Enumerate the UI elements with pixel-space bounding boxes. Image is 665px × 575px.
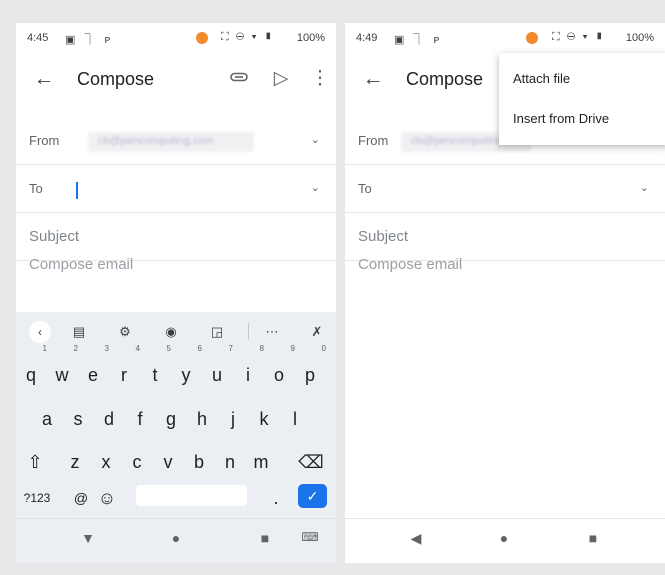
system-icons: ⛶ ⊖ ▾ ▮ — [221, 31, 275, 43]
system-icons: ⛶ ⊖ ▾ ▮ — [552, 31, 606, 43]
key-o[interactable]: o9 — [264, 344, 295, 395]
from-row[interactable]: From cb@pencomputing.com ⌄ — [16, 119, 336, 165]
chevron-down-icon[interactable]: ⌄ — [311, 181, 320, 194]
keyboard-switch-icon[interactable]: ⌨ — [298, 530, 322, 544]
key-period[interactable]: . — [261, 478, 291, 518]
from-label: From — [358, 133, 389, 148]
key-n[interactable]: n — [215, 442, 245, 482]
key-r[interactable]: r4 — [109, 344, 140, 395]
nav-back-icon[interactable]: ▼ — [76, 530, 100, 546]
key-c[interactable]: c — [122, 442, 152, 482]
key-b[interactable]: b — [184, 442, 214, 482]
key-j[interactable]: j — [218, 399, 248, 439]
space-key[interactable] — [136, 485, 247, 506]
key-m[interactable]: m — [246, 442, 276, 482]
resize-icon[interactable]: ◲ — [206, 321, 228, 343]
to-row[interactable]: To ⌄ — [345, 165, 665, 213]
nav-recents-icon[interactable]: ■ — [253, 530, 277, 546]
back-arrow-icon[interactable]: ← — [361, 67, 385, 91]
notification-icons: ▣ ⏋ ᴘ — [65, 34, 114, 46]
page-title: Compose — [77, 69, 155, 89]
app-bar: ← Compose ▷ ⋮ — [16, 53, 336, 109]
key-l[interactable]: l — [280, 399, 310, 439]
key-s[interactable]: s — [63, 399, 93, 439]
attach-menu: Attach file Insert from Drive — [499, 53, 665, 145]
from-label: From — [29, 133, 60, 148]
to-label: To — [29, 181, 43, 196]
menu-item-attach-file[interactable]: Attach file — [513, 71, 663, 97]
emoji-icon[interactable]: ☺ — [92, 478, 122, 518]
notification-icons: ▣ ⏋ ᴘ — [394, 34, 443, 46]
navigation-bar: ▼ ● ■ ⌨ — [16, 518, 336, 563]
battery-level: 100% — [625, 32, 654, 44]
right-screen: 4:49 ▣ ⏋ ᴘ ⛶ ⊖ ▾ ▮ 100% ← Compose From c… — [345, 23, 665, 563]
key-p[interactable]: p0 — [295, 344, 326, 395]
key-i[interactable]: i8 — [233, 344, 264, 395]
settings-icon[interactable]: ⚙ — [114, 321, 136, 343]
enter-check-icon[interactable]: ✓ — [298, 484, 327, 508]
key-w[interactable]: w2 — [47, 344, 79, 395]
keyboard-row-2: a s d f g h j k l — [16, 399, 336, 439]
key-v[interactable]: v — [153, 442, 183, 482]
subject-field[interactable]: Subject — [16, 213, 336, 261]
subject-placeholder: Subject — [29, 228, 80, 245]
key-g[interactable]: g — [156, 399, 186, 439]
battery-level: 100% — [296, 32, 325, 44]
subject-field[interactable]: Subject — [345, 213, 665, 261]
page-title: Compose — [406, 69, 484, 89]
symbols-key[interactable]: ?123 — [20, 478, 54, 518]
keyboard-row-1: q1 w2 e3 r4 t5 y6 u7 i8 o9 p0 — [16, 344, 336, 395]
more-icon[interactable]: ⋯ — [261, 321, 283, 343]
key-x[interactable]: x — [91, 442, 121, 482]
key-u[interactable]: u7 — [202, 344, 233, 395]
attach-icon[interactable] — [227, 67, 251, 93]
compose-email-field[interactable]: Compose email — [358, 256, 462, 273]
left-screen: 4:45 ▣ ⏋ ᴘ ⛶ ⊖ ▾ ▮ 100% ← Compose ▷ ⋮ Fr… — [16, 23, 336, 563]
key-y[interactable]: y6 — [171, 344, 203, 395]
backspace-icon[interactable]: ⌫ — [296, 442, 326, 482]
key-h[interactable]: h — [187, 399, 217, 439]
navigation-bar: ◀ ● ■ — [345, 518, 665, 563]
keyboard: ‹ ▤ ⚙ ◉ ◲ ⋯ ✗ q1 w2 e3 r4 t5 y6 u7 i8 o9… — [16, 312, 336, 518]
keyboard-toolbar: ‹ ▤ ⚙ ◉ ◲ ⋯ ✗ — [16, 312, 336, 350]
key-k[interactable]: k — [249, 399, 279, 439]
status-time: 4:49 — [356, 32, 378, 44]
key-z[interactable]: z — [60, 442, 90, 482]
key-a[interactable]: a — [32, 399, 62, 439]
chevron-down-icon[interactable]: ⌄ — [311, 133, 320, 146]
keyboard-row-3: ⇧ z x c v b n m ⌫ — [16, 442, 336, 482]
nav-recents-icon[interactable]: ■ — [581, 530, 605, 546]
text-cursor — [76, 182, 78, 199]
mic-off-icon[interactable]: ✗ — [306, 321, 328, 343]
status-bar: 4:45 ▣ ⏋ ᴘ ⛶ ⊖ ▾ ▮ 100% — [16, 23, 336, 53]
clipboard-icon[interactable]: ▤ — [68, 321, 90, 343]
back-arrow-icon[interactable]: ← — [32, 67, 56, 91]
key-t[interactable]: t5 — [140, 344, 171, 395]
status-time: 4:45 — [27, 32, 49, 44]
chevron-down-icon[interactable]: ⌄ — [640, 181, 649, 194]
status-bar: 4:49 ▣ ⏋ ᴘ ⛶ ⊖ ▾ ▮ 100% — [345, 23, 665, 53]
to-row[interactable]: To ⌄ — [16, 165, 336, 213]
theme-icon[interactable]: ◉ — [160, 321, 182, 343]
key-q[interactable]: q1 — [16, 344, 47, 395]
collapse-icon[interactable]: ‹ — [29, 321, 51, 343]
toolbar-divider — [248, 323, 249, 340]
shift-icon[interactable]: ⇧ — [20, 442, 50, 482]
menu-item-insert-from-drive[interactable]: Insert from Drive — [513, 111, 663, 137]
keyboard-row-4: ?123 @ ☺ . ✓ — [16, 478, 336, 518]
key-d[interactable]: d — [94, 399, 124, 439]
more-options-icon[interactable]: ⋮ — [308, 67, 332, 90]
to-label: To — [358, 181, 372, 196]
from-value: cb@pencomputing.com — [88, 132, 254, 152]
key-f[interactable]: f — [125, 399, 155, 439]
screen-record-icon — [526, 32, 538, 44]
nav-home-icon[interactable]: ● — [164, 530, 188, 546]
key-e[interactable]: e3 — [78, 344, 109, 395]
compose-email-field[interactable]: Compose email — [29, 256, 133, 273]
screen-record-icon — [196, 32, 208, 44]
send-icon[interactable]: ▷ — [269, 67, 293, 90]
subject-placeholder: Subject — [358, 228, 409, 245]
nav-home-icon[interactable]: ● — [492, 530, 516, 546]
nav-back-icon[interactable]: ◀ — [404, 530, 428, 547]
